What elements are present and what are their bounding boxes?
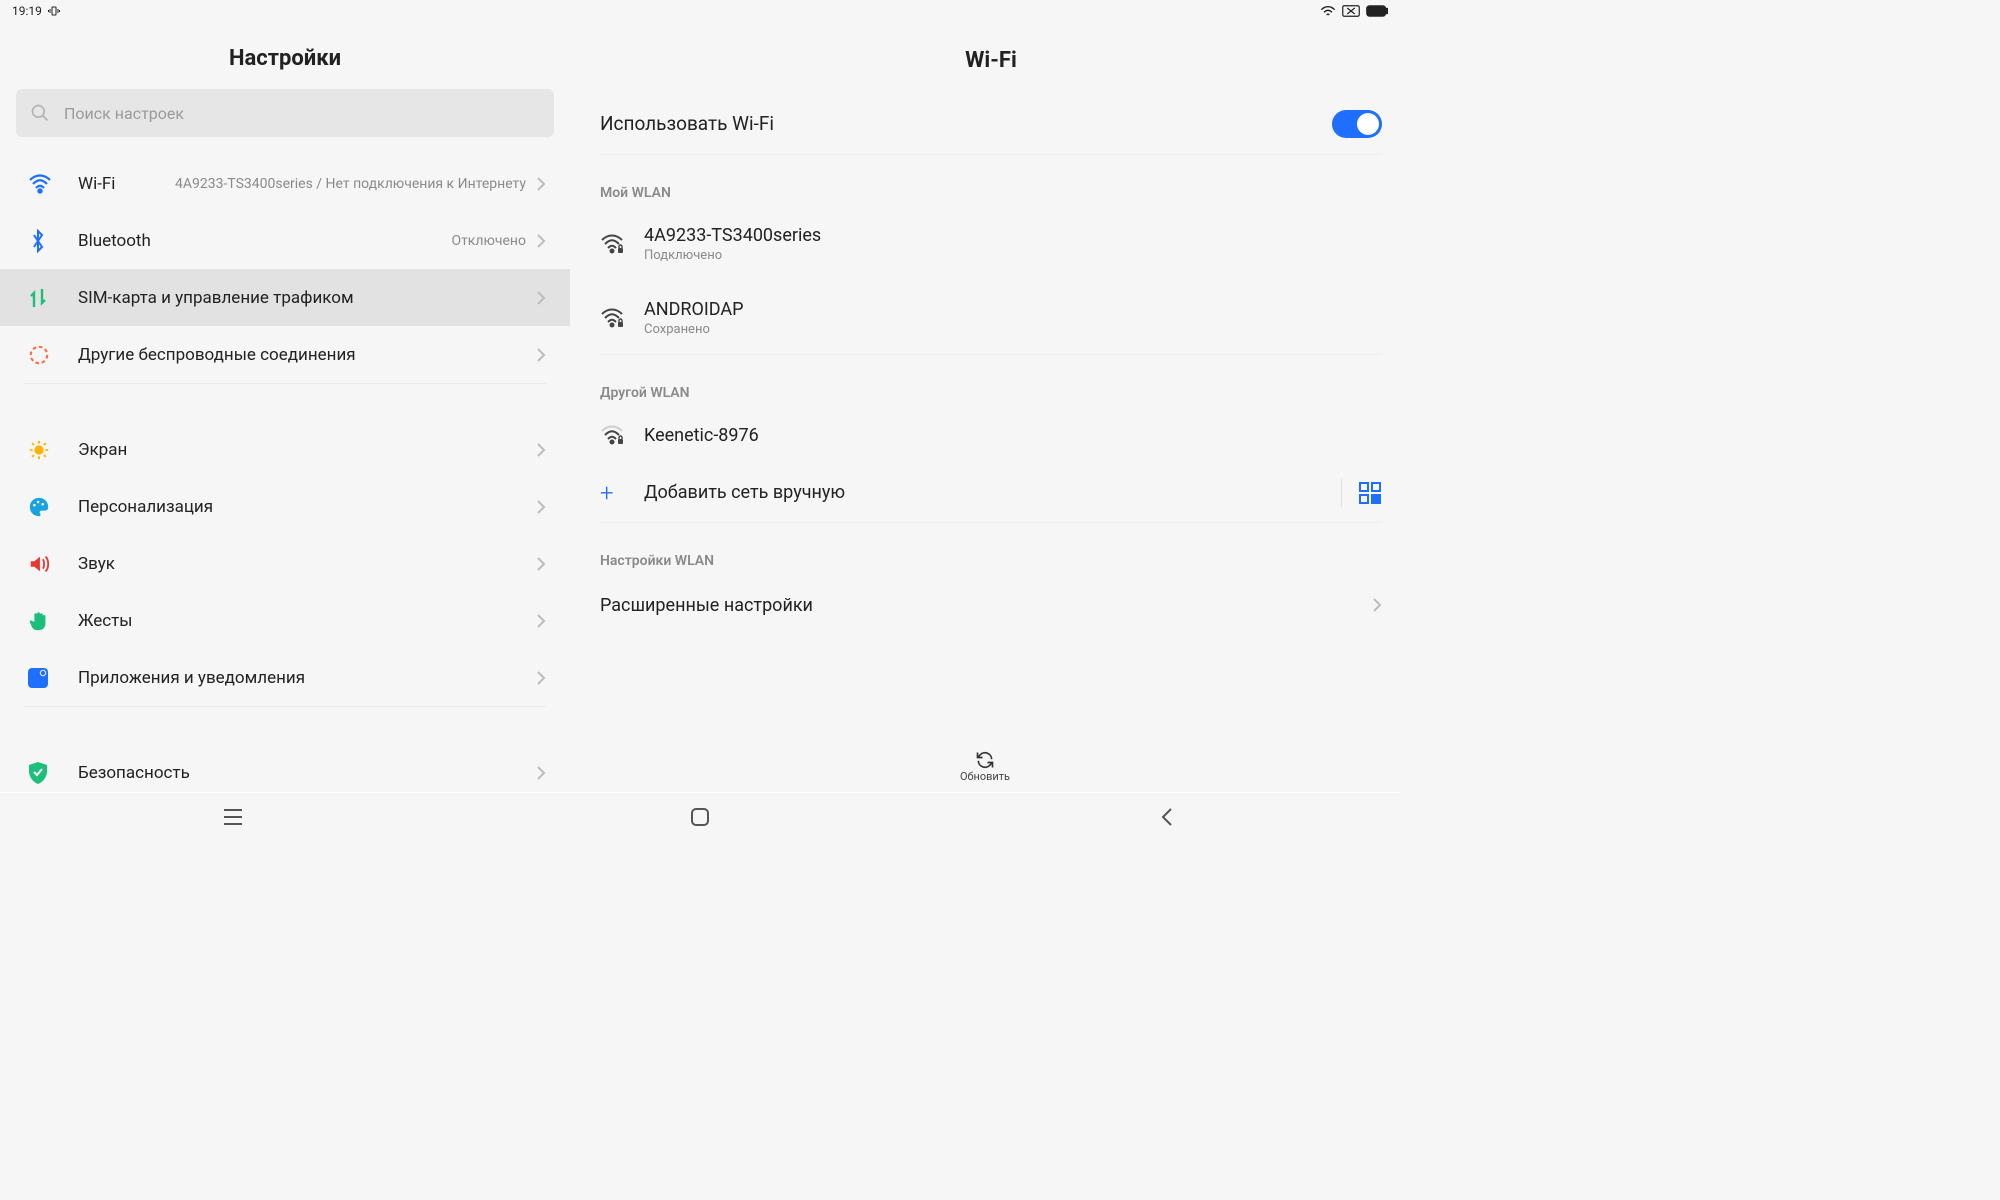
sidebar-item-label: Безопасность [78, 763, 190, 783]
panel-title: Wi-Fi [600, 22, 1382, 93]
add-network-row[interactable]: + Добавить сеть вручную [600, 463, 1382, 523]
add-network-label: Добавить сеть вручную [644, 482, 1341, 503]
wifi-toggle-label: Использовать Wi-Fi [600, 112, 774, 135]
wifi-status-icon [1320, 5, 1336, 17]
network-status: Сохранено [644, 322, 744, 337]
data-traffic-icon [28, 287, 48, 309]
search-icon [30, 103, 50, 123]
battery-icon [1366, 5, 1388, 17]
sidebar-item-label: Wi-Fi [78, 174, 115, 194]
network-status: Подключено [644, 248, 821, 263]
wireless-icon [28, 344, 50, 366]
network-row[interactable]: 4A9233-TS3400series Подключено [600, 207, 1382, 281]
network-name: Keenetic-8976 [644, 425, 759, 446]
back-icon [1160, 807, 1174, 827]
wlan-settings-header: Настройки WLAN [600, 523, 1382, 575]
palette-icon [28, 496, 50, 518]
sidebar-item-label: Приложения и уведомления [78, 668, 305, 688]
status-time: 19:19 [12, 4, 42, 18]
nav-home-button[interactable] [640, 807, 760, 827]
sidebar-title: Настройки [0, 22, 570, 89]
shield-icon [28, 762, 48, 784]
chevron-right-icon [536, 613, 546, 629]
settings-sidebar: Настройки Wi-Fi 4A9233-TS3400series / Не… [0, 22, 570, 792]
sidebar-item-label: Звук [78, 554, 115, 574]
plus-icon: + [600, 479, 644, 507]
chevron-right-icon [536, 765, 546, 781]
sidebar-item-label: Жесты [78, 611, 133, 631]
home-icon [690, 807, 710, 827]
chevron-right-icon [1372, 597, 1382, 613]
bluetooth-icon [28, 229, 48, 253]
sidebar-item-sublabel: Отключено [151, 233, 536, 249]
refresh-label: Обновить [960, 770, 1010, 783]
menu-icon [222, 808, 244, 826]
status-bar: 19:19 [0, 0, 1400, 22]
network-name: ANDROIDAP [644, 299, 744, 320]
wifi-lock-icon [600, 425, 624, 445]
sidebar-item-label: Другие беспроводные соединения [78, 345, 356, 365]
sidebar-item-sublabel: 4A9233-TS3400series / Нет подключения к … [115, 176, 536, 192]
sidebar-item-label: SIM-карта и управление трафиком [78, 288, 354, 308]
sidebar-item-label: Bluetooth [78, 231, 151, 251]
no-sim-icon [1342, 5, 1360, 17]
wifi-lock-icon [600, 234, 624, 254]
sidebar-item-label: Экран [78, 440, 127, 460]
my-wlan-header: Мой WLAN [600, 155, 1382, 207]
sidebar-item-sim[interactable]: SIM-карта и управление трафиком [0, 269, 570, 326]
sidebar-item-apps[interactable]: Приложения и уведомления [0, 649, 570, 706]
chevron-right-icon [536, 290, 546, 306]
sidebar-item-display[interactable]: Экран [0, 421, 570, 478]
refresh-icon [975, 750, 995, 770]
vibrate-icon [48, 5, 60, 17]
sidebar-item-label: Персонализация [78, 497, 213, 517]
chevron-right-icon [536, 442, 546, 458]
apps-icon [28, 668, 48, 688]
network-row[interactable]: ANDROIDAP Сохранено [600, 281, 1382, 355]
wifi-toggle-switch[interactable] [1332, 110, 1382, 138]
qr-code-icon[interactable] [1358, 481, 1382, 505]
display-icon [28, 439, 50, 461]
wifi-panel: Wi-Fi Использовать Wi-Fi Мой WLAN 4A9233… [570, 22, 1400, 792]
chevron-right-icon [536, 233, 546, 249]
network-name: 4A9233-TS3400series [644, 225, 821, 246]
nav-recent-button[interactable] [173, 808, 293, 826]
nav-back-button[interactable] [1107, 807, 1227, 827]
search-box[interactable] [16, 89, 554, 137]
hand-icon [28, 610, 50, 632]
advanced-settings-label: Расширенные настройки [600, 595, 813, 616]
chevron-right-icon [536, 556, 546, 572]
sidebar-item-other-wireless[interactable]: Другие беспроводные соединения [0, 326, 570, 383]
wifi-icon [28, 174, 52, 194]
sidebar-item-wifi[interactable]: Wi-Fi 4A9233-TS3400series / Нет подключе… [0, 155, 570, 212]
sidebar-item-personalization[interactable]: Персонализация [0, 478, 570, 535]
sidebar-item-gestures[interactable]: Жесты [0, 592, 570, 649]
sidebar-item-bluetooth[interactable]: Bluetooth Отключено [0, 212, 570, 269]
chevron-right-icon [536, 670, 546, 686]
chevron-right-icon [536, 176, 546, 192]
advanced-settings-row[interactable]: Расширенные настройки [600, 575, 1382, 635]
chevron-right-icon [536, 499, 546, 515]
wifi-lock-icon [600, 308, 624, 328]
sound-icon [28, 554, 50, 574]
refresh-button[interactable]: Обновить [570, 740, 1400, 792]
sidebar-item-sound[interactable]: Звук [0, 535, 570, 592]
network-row[interactable]: Keenetic-8976 [600, 407, 1382, 463]
chevron-right-icon [536, 347, 546, 363]
wifi-toggle-row[interactable]: Использовать Wi-Fi [600, 93, 1382, 155]
divider [1341, 479, 1342, 507]
sidebar-item-security[interactable]: Безопасность [0, 744, 570, 801]
other-wlan-header: Другой WLAN [600, 355, 1382, 407]
search-input[interactable] [64, 104, 540, 123]
